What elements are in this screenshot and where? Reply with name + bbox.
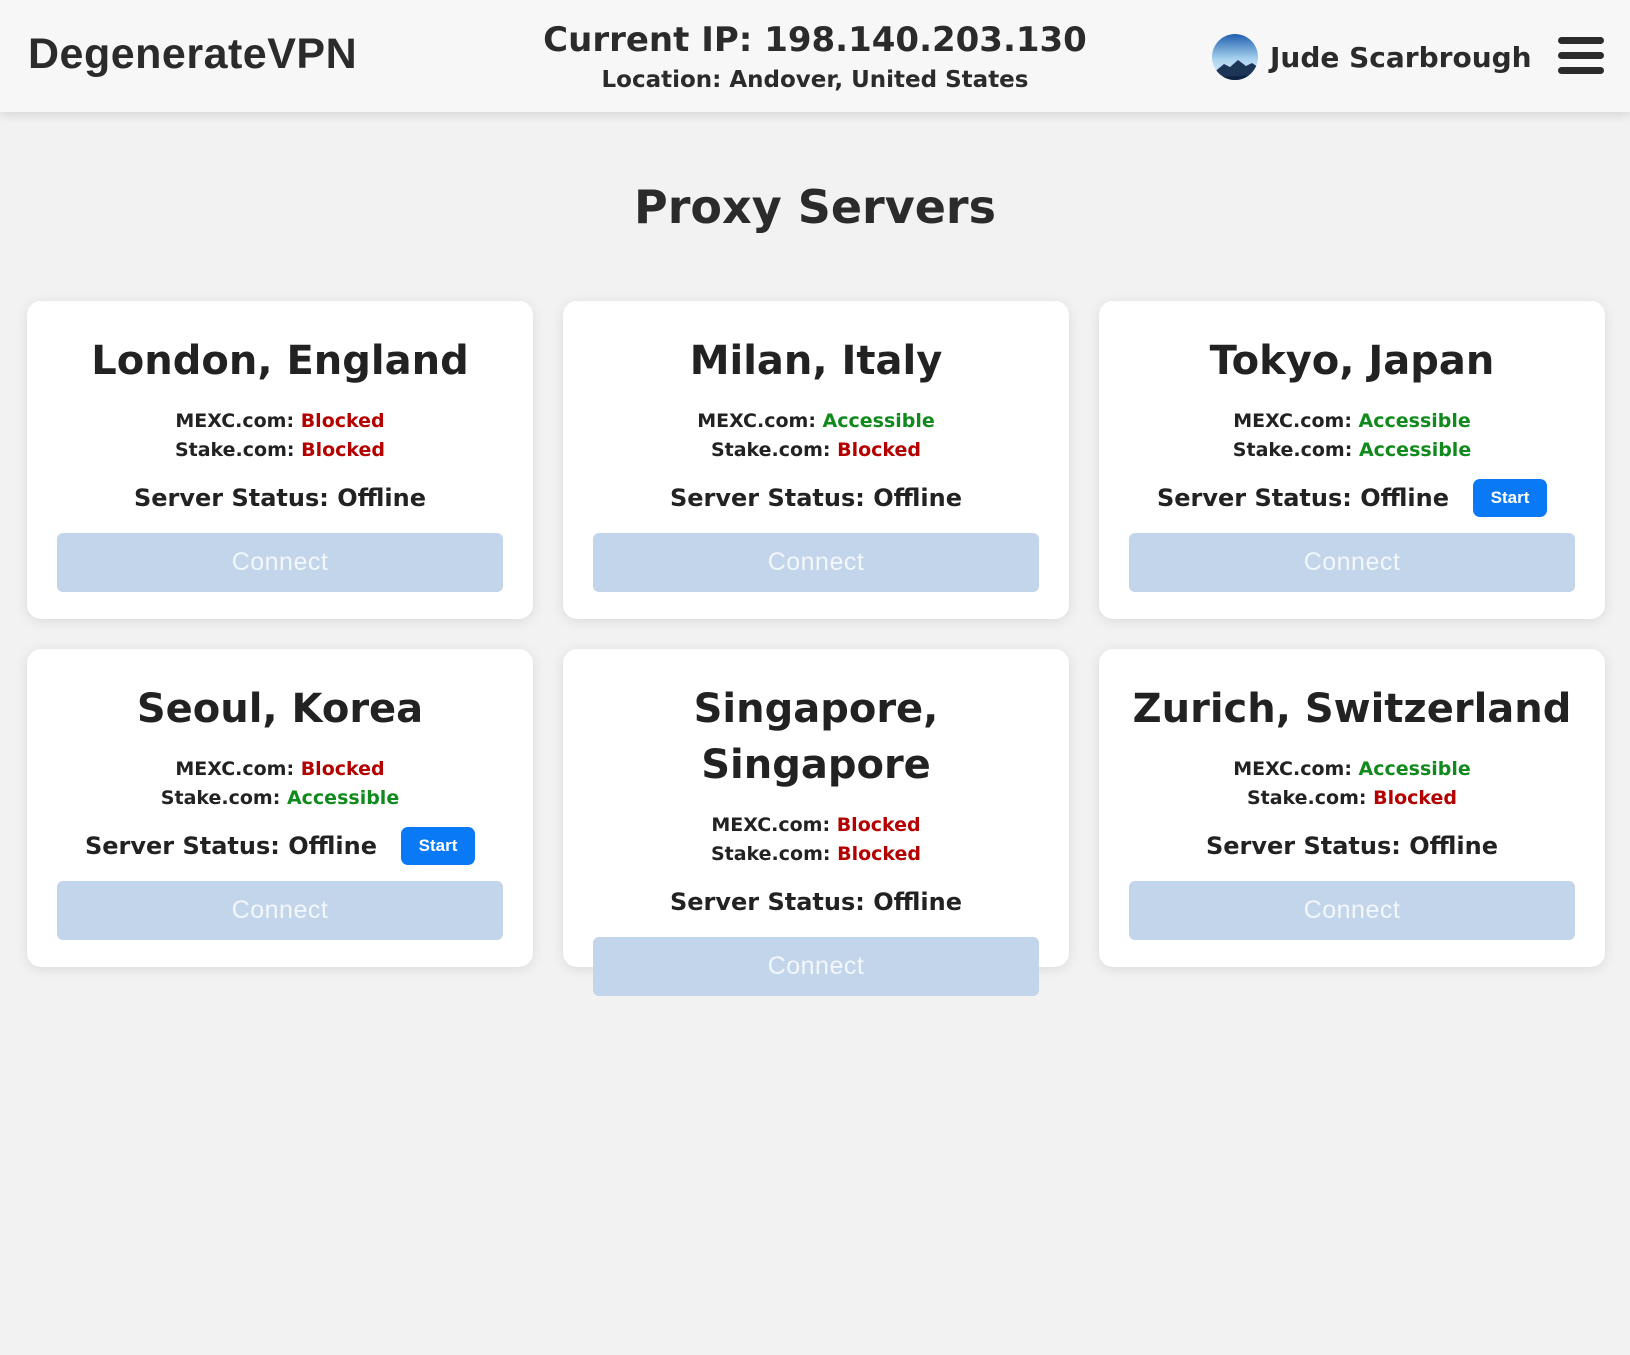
current-ip: Current IP: 198.140.203.130: [543, 20, 1087, 60]
stake-label: Stake.com:: [1232, 439, 1353, 461]
server-card: Milan, Italy MEXC.com: Accessible Stake.co…: [563, 301, 1069, 619]
server-card: Singapore, Singapore MEXC.com: Blocked Sta…: [563, 649, 1069, 996]
server-status: Server Status: Offline: [669, 888, 963, 916]
mexc-label: MEXC.com:: [1233, 410, 1352, 432]
mountain-avatar-icon[interactable]: [1212, 34, 1258, 80]
server-card: Tokyo, Japan MEXC.com: Accessible Stake.co…: [1099, 301, 1605, 619]
stake-status: Accessible: [1358, 439, 1472, 461]
start-server-button[interactable]: Start: [1473, 479, 1548, 517]
mexc-label: MEXC.com:: [175, 410, 295, 432]
stake-status: Blocked: [1373, 787, 1458, 809]
user-name[interactable]: Jude Scarbrough: [1270, 41, 1532, 74]
server-status: Server Status: Offline: [1156, 484, 1450, 512]
mexc-status-line: MEXC.com: Accessible: [1129, 755, 1575, 784]
connect-button[interactable]: Connect: [1129, 881, 1575, 940]
stake-status: Blocked: [837, 439, 922, 461]
stake-status: Accessible: [286, 787, 400, 809]
mexc-status: Accessible: [1358, 758, 1471, 780]
top-header: DegenerateVPN Current IP: 198.140.203.13…: [0, 0, 1630, 112]
server-name: London, England: [91, 338, 469, 384]
mexc-status-line: MEXC.com: Accessible: [1129, 407, 1575, 436]
stake-status-line: Stake.com: Blocked: [593, 436, 1039, 465]
server-grid: London, England MEXC.com: Blocked Stake.co…: [27, 301, 1605, 996]
mexc-status: Blocked: [836, 814, 921, 836]
server-name: Singapore, Singapore: [693, 686, 939, 788]
server-status-row: Server Status: Offline: [1129, 827, 1575, 865]
stake-status-line: Stake.com: Accessible: [1129, 436, 1575, 465]
stake-label: Stake.com:: [710, 439, 831, 461]
server-status-row: Server Status: Offline Start: [57, 827, 503, 865]
server-name: Tokyo, Japan: [1209, 338, 1495, 384]
stake-status: Blocked: [837, 843, 922, 865]
stake-label: Stake.com:: [1246, 787, 1367, 809]
connect-button[interactable]: Connect: [593, 533, 1039, 592]
mexc-label: MEXC.com:: [1233, 758, 1352, 780]
brand-logo[interactable]: DegenerateVPN: [28, 30, 357, 79]
server-status-row: Server Status: Offline Start: [1129, 479, 1575, 517]
mexc-status-line: MEXC.com: Blocked: [57, 407, 503, 436]
server-name: Milan, Italy: [689, 338, 943, 384]
hamburger-menu-icon[interactable]: [1558, 37, 1604, 77]
server-card: London, England MEXC.com: Blocked Stake.co…: [27, 301, 533, 619]
stake-label: Stake.com:: [710, 843, 831, 865]
mexc-label: MEXC.com:: [697, 410, 816, 432]
mexc-status-line: MEXC.com: Accessible: [593, 407, 1039, 436]
stake-label: Stake.com:: [174, 439, 295, 461]
server-status: Server Status: Offline: [669, 484, 963, 512]
stake-status-line: Stake.com: Accessible: [57, 784, 503, 813]
server-status-row: Server Status: Offline: [593, 479, 1039, 517]
connect-button[interactable]: Connect: [57, 881, 503, 940]
connect-button[interactable]: Connect: [593, 937, 1039, 996]
stake-status: Blocked: [301, 439, 386, 461]
server-card: Seoul, Korea MEXC.com: Blocked Stake.com: …: [27, 649, 533, 967]
server-name: Zurich, Switzerland: [1132, 686, 1572, 732]
server-status-row: Server Status: Offline: [57, 479, 503, 517]
mexc-status: Blocked: [300, 758, 385, 780]
mexc-status-line: MEXC.com: Blocked: [593, 811, 1039, 840]
mexc-status: Accessible: [1358, 410, 1471, 432]
server-card: Zurich, Switzerland MEXC.com: Accessible S…: [1099, 649, 1605, 967]
mexc-label: MEXC.com:: [711, 814, 831, 836]
ip-info: Current IP: 198.140.203.130 Location: An…: [515, 18, 1115, 98]
stake-status-line: Stake.com: Blocked: [593, 840, 1039, 869]
server-status: Server Status: Offline: [84, 832, 378, 860]
stake-status-line: Stake.com: Blocked: [57, 436, 503, 465]
start-server-button[interactable]: Start: [401, 827, 476, 865]
mexc-status-line: MEXC.com: Blocked: [57, 755, 503, 784]
server-name: Seoul, Korea: [136, 686, 424, 732]
page-title: Proxy Servers: [634, 180, 996, 234]
connect-button[interactable]: Connect: [57, 533, 503, 592]
current-location: Location: Andover, United States: [601, 67, 1029, 93]
server-status: Server Status: Offline: [133, 484, 427, 512]
stake-label: Stake.com:: [160, 787, 281, 809]
stake-status-line: Stake.com: Blocked: [1129, 784, 1575, 813]
mexc-status: Blocked: [300, 410, 385, 432]
mexc-label: MEXC.com:: [175, 758, 295, 780]
connect-button[interactable]: Connect: [1129, 533, 1575, 592]
mexc-status: Accessible: [822, 410, 935, 432]
user-profile[interactable]: Jude Scarbrough: [1212, 34, 1532, 80]
server-status: Server Status: Offline: [1205, 832, 1499, 860]
server-status-row: Server Status: Offline: [593, 883, 1039, 921]
